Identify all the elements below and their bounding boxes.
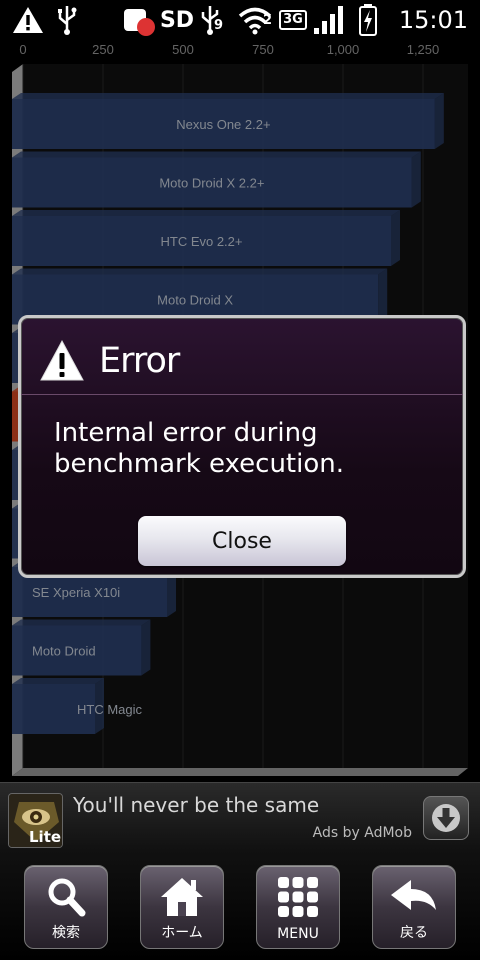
- ad-headline[interactable]: You'll never be the same: [73, 793, 319, 817]
- dialog-message: Internal error during benchmark executio…: [54, 418, 344, 479]
- battery-charging-icon: [355, 0, 381, 40]
- menu-grid-icon: [278, 877, 318, 917]
- back-label: 戻る: [400, 925, 428, 941]
- search-label: 検索: [52, 925, 80, 941]
- warning-icon: [10, 0, 46, 40]
- ad-thumbnail[interactable]: Lite: [8, 793, 63, 848]
- search-icon: [48, 878, 86, 917]
- usb-icon: [54, 0, 80, 40]
- wifi-icon: [236, 0, 274, 40]
- warning-icon: [40, 339, 84, 381]
- 3g-icon: 3G: [277, 0, 309, 40]
- usb-debug-badge: 9: [214, 18, 224, 33]
- close-button[interactable]: Close: [138, 516, 346, 566]
- bottom-navigation: 検索 ホーム MENU 戻る: [0, 850, 480, 960]
- download-icon: [432, 804, 460, 832]
- menu-label: MENU: [277, 926, 319, 942]
- ad-attribution: Ads by AdMob: [312, 825, 412, 841]
- ad-banner[interactable]: Lite You'll never be the same Ads by AdM…: [0, 782, 480, 850]
- status-bar: 2 SD 9 3G 15:01: [0, 0, 480, 40]
- ad-thumb-label: Lite: [29, 828, 62, 846]
- signal-icon: [310, 0, 350, 40]
- dialog-divider: [21, 394, 463, 395]
- dialog-header: Error: [39, 336, 180, 386]
- notification-icon: 2: [122, 0, 272, 40]
- menu-button[interactable]: MENU: [256, 865, 340, 949]
- back-button[interactable]: 戻る: [372, 865, 456, 949]
- sd-icon: SD: [159, 7, 195, 33]
- status-clock: 15:01: [398, 6, 468, 34]
- dialog-title: Error: [99, 341, 180, 381]
- error-dialog: Error Internal error during benchmark ex…: [18, 315, 466, 578]
- home-button[interactable]: ホーム: [140, 865, 224, 949]
- search-button[interactable]: 検索: [24, 865, 108, 949]
- back-arrow-icon: [391, 880, 436, 910]
- download-button[interactable]: [423, 796, 469, 840]
- home-label: ホーム: [161, 925, 203, 941]
- home-icon: [161, 878, 203, 916]
